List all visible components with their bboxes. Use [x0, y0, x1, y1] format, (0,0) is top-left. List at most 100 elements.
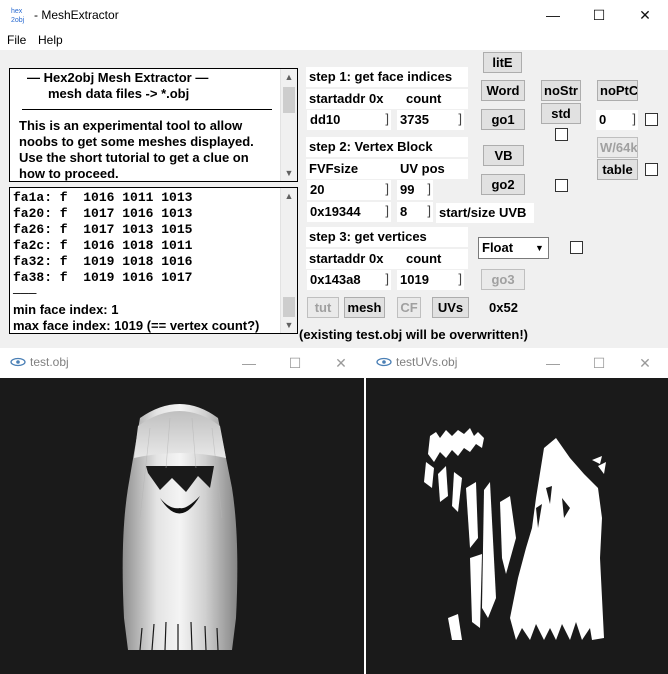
maximize-button[interactable]: ☐: [576, 348, 622, 378]
go2-checkbox[interactable]: [555, 179, 568, 192]
mesh-viewer-window: test.obj — ☐ ✕: [0, 348, 364, 674]
uvb-start-input[interactable]: 0x19344: [307, 202, 391, 222]
noptc-button[interactable]: noPtC: [597, 80, 638, 101]
main-window: hex 2obj - MeshExtractor — ☐ ✕ File Help…: [0, 0, 668, 348]
info-line: noobs to get some meshes displayed.: [19, 134, 254, 149]
uv-map-render: [424, 428, 606, 640]
output-panel[interactable]: fa1a: f 1016 1011 1013 fa20: f 1017 1016…: [9, 187, 298, 334]
scroll-down-icon[interactable]: ▼: [281, 165, 297, 181]
output-scrollbar[interactable]: ▲ ▼: [280, 188, 297, 333]
menu-help[interactable]: Help: [38, 33, 63, 47]
info-line: This is an experimental tool to allow: [19, 118, 243, 133]
step3-label: step 3: get vertices: [306, 227, 468, 247]
scroll-thumb[interactable]: [283, 87, 295, 113]
vb-button[interactable]: VB: [483, 145, 524, 166]
right-value-checkbox[interactable]: [645, 113, 658, 126]
info-divider: [22, 109, 272, 110]
word-button[interactable]: Word: [481, 80, 525, 101]
count-label: count: [406, 251, 442, 266]
step1-label: step 1: get face indices: [306, 67, 468, 87]
uvs-button[interactable]: UVs: [432, 297, 469, 318]
step3-count-input[interactable]: 1019: [397, 270, 464, 290]
viewer-title: testUVs.obj: [396, 355, 458, 369]
close-button[interactable]: ✕: [622, 348, 668, 378]
step1-startaddr-label: startaddr 0x count: [306, 89, 468, 109]
go2-button[interactable]: go2: [481, 174, 525, 195]
mesh-button[interactable]: mesh: [344, 297, 385, 318]
eye-icon: [376, 357, 392, 367]
uvb-size-input[interactable]: 8: [397, 202, 433, 222]
info-heading: — Hex2obj Mesh Extractor —: [27, 70, 209, 85]
uv-viewer-window: testUVs.obj — ☐ ✕: [366, 348, 668, 674]
step1-startaddr-input[interactable]: dd10: [307, 110, 391, 130]
viewer-title-bar: test.obj — ☐ ✕: [0, 348, 364, 378]
minimize-button[interactable]: —: [226, 348, 272, 378]
startaddr-label: startaddr 0x: [309, 251, 384, 266]
go3-button[interactable]: go3: [481, 269, 525, 290]
minimize-button[interactable]: —: [530, 348, 576, 378]
lite-button[interactable]: litE: [483, 52, 522, 73]
nostr-button[interactable]: noStr: [541, 80, 581, 101]
menu-file[interactable]: File: [7, 33, 26, 47]
scroll-thumb[interactable]: [283, 297, 295, 317]
startaddr-label: startaddr 0x: [309, 91, 384, 106]
minimize-button[interactable]: —: [530, 0, 576, 30]
app-icon: hex 2obj: [10, 5, 30, 25]
output-lines: fa1a: f 1016 1011 1013 fa20: f 1017 1016…: [13, 190, 260, 333]
uv-render-canvas[interactable]: [366, 378, 668, 674]
std-checkbox[interactable]: [555, 128, 568, 141]
fvfsize-label: FVFsize: [309, 161, 359, 176]
face-line: fa26: f 1017 1013 1015: [13, 222, 193, 237]
cf-button[interactable]: CF: [397, 297, 421, 318]
close-button[interactable]: ✕: [318, 348, 364, 378]
info-line: Use the short tutorial to get a clue on: [19, 150, 249, 165]
info-scrollbar[interactable]: ▲ ▼: [280, 69, 297, 181]
format-select[interactable]: Float ▼: [478, 237, 549, 259]
table-button[interactable]: table: [597, 159, 638, 180]
step2-sub-labels: FVFsize UV pos: [306, 159, 468, 179]
title-bar: hex 2obj - MeshExtractor — ☐ ✕: [0, 0, 668, 30]
min-face-index: min face index: 1: [13, 302, 119, 317]
step1-count-input[interactable]: 3735: [397, 110, 464, 130]
face-line: fa32: f 1019 1018 1016: [13, 254, 193, 269]
right-value-input[interactable]: 0: [596, 110, 638, 130]
window-title: - MeshExtractor: [34, 8, 119, 22]
info-panel[interactable]: — Hex2obj Mesh Extractor — mesh data fil…: [9, 68, 298, 182]
face-line: fa2c: f 1016 1018 1011: [13, 238, 193, 253]
info-line: how to proceed.: [19, 166, 119, 181]
std-button[interactable]: std: [541, 103, 581, 124]
info-subheading: mesh data files -> *.obj: [48, 86, 190, 101]
maximize-button[interactable]: ☐: [272, 348, 318, 378]
float-checkbox[interactable]: [570, 241, 583, 254]
scroll-up-icon[interactable]: ▲: [281, 69, 297, 85]
face-line: fa38: f 1019 1016 1017: [13, 270, 193, 285]
fvfsize-input[interactable]: 20: [307, 180, 391, 200]
uvpos-label: UV pos: [400, 161, 445, 176]
face-line: fa1a: f 1016 1011 1013: [13, 190, 193, 205]
dropdown-arrow-icon: ▼: [535, 243, 544, 253]
table-checkbox[interactable]: [645, 163, 658, 176]
overwrite-warning: (existing test.obj will be overwritten!): [299, 327, 528, 342]
scroll-up-icon[interactable]: ▲: [281, 188, 297, 204]
max-face-index: max face index: 1019 (== vertex count?): [13, 318, 260, 333]
count-label: count: [406, 91, 442, 106]
scroll-down-icon[interactable]: ▼: [281, 317, 297, 333]
viewer-title-bar: testUVs.obj — ☐ ✕: [366, 348, 668, 378]
uvpos-input[interactable]: 99: [397, 180, 433, 200]
uvb-label: start/size UVB: [436, 203, 534, 223]
w64-button[interactable]: W/64k: [597, 137, 638, 158]
eye-icon: [10, 357, 26, 367]
viewer-title: test.obj: [30, 355, 69, 369]
hex-readout: 0x52: [489, 300, 518, 315]
go1-button[interactable]: go1: [481, 109, 525, 130]
svg-text:hex: hex: [11, 8, 23, 15]
format-select-value: Float: [482, 240, 514, 255]
step3-startaddr-input[interactable]: 0x143a8: [307, 270, 391, 290]
tut-button[interactable]: tut: [307, 297, 339, 318]
mesh-render-canvas[interactable]: [0, 378, 364, 674]
step2-label: step 2: Vertex Block: [306, 137, 468, 157]
maximize-button[interactable]: ☐: [576, 0, 622, 30]
face-line: fa20: f 1017 1016 1013: [13, 206, 193, 221]
step3-sub-labels: startaddr 0x count: [306, 249, 468, 269]
close-button[interactable]: ✕: [622, 0, 668, 30]
